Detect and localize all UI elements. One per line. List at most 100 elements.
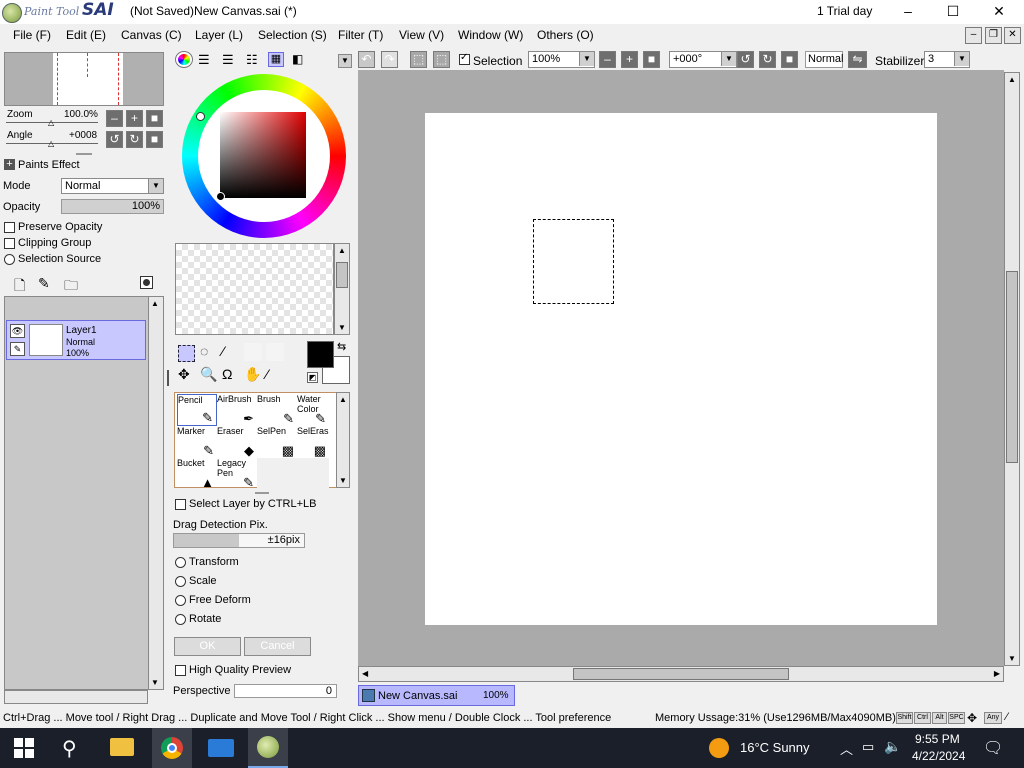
mail-icon[interactable] <box>208 739 234 757</box>
transform-radio[interactable] <box>175 557 186 568</box>
menu-edit[interactable]: Edit (E) <box>66 28 106 42</box>
opacity-slider[interactable]: 100% <box>61 199 164 214</box>
menu-canvas[interactable]: Canvas (C) <box>121 28 182 42</box>
eyedropper-icon[interactable]: ⁄ <box>266 366 268 382</box>
color-wheel[interactable] <box>174 70 350 238</box>
rotate-left-icon[interactable]: ↺ <box>737 51 754 68</box>
zoom-reset-icon[interactable]: ■ <box>643 51 660 68</box>
select-layer-checkbox[interactable] <box>175 499 186 510</box>
rotate-left-icon[interactable]: ↺ <box>106 131 123 148</box>
rotate-view-icon[interactable]: Ω <box>222 366 232 382</box>
selection-visible-checkbox[interactable]: ✓ <box>459 52 470 65</box>
selection-marquee[interactable] <box>533 219 614 304</box>
weather-sun-icon[interactable] <box>709 738 729 758</box>
chevron-up-icon[interactable]: ︿ <box>840 739 853 758</box>
file-explorer-icon[interactable] <box>110 738 134 756</box>
move-icon[interactable]: ✥ <box>178 366 190 383</box>
saturation-value-square[interactable] <box>220 112 306 198</box>
expand-plus-icon[interactable]: + <box>4 159 15 170</box>
windows-start-icon[interactable] <box>14 738 34 758</box>
tool-watercolor[interactable]: Water Color ✎ <box>297 394 329 426</box>
zoom-reset-icon[interactable]: ■ <box>146 110 163 127</box>
clock-time[interactable]: 9:55 PM <box>915 732 960 746</box>
hand-icon[interactable]: ✋ <box>244 366 261 383</box>
weather-text[interactable]: 16°C Sunny <box>740 740 810 755</box>
view-mode-select[interactable]: Normal <box>805 51 843 68</box>
canvas-vscrollbar[interactable]: ▲ ▼ <box>1004 72 1020 666</box>
angle-slider-thumb-icon[interactable]: △ <box>48 139 54 148</box>
mdi-close-icon[interactable]: ✕ <box>1004 27 1021 44</box>
scratchpad-scrollbar[interactable]: ▲ ▼ <box>334 243 350 335</box>
rotate-right-icon[interactable]: ↻ <box>126 131 143 148</box>
tool-seleras[interactable]: SelEras ▩ <box>297 426 329 458</box>
hsv-slider-icon[interactable]: ☰ <box>222 52 234 68</box>
menu-view[interactable]: View (V) <box>399 28 444 42</box>
tool-pencil[interactable]: Pencil ✎ <box>177 394 217 426</box>
tool-marker[interactable]: Marker ✎ <box>177 426 217 458</box>
lasso-icon[interactable]: ◌ <box>200 343 208 359</box>
zoom-icon[interactable]: 🔍 <box>200 366 217 383</box>
tool-airbrush[interactable]: AirBrush ✒ <box>217 394 257 426</box>
canvas-hscroll-thumb[interactable] <box>573 668 789 680</box>
undo-icon[interactable]: ↶ <box>358 51 375 68</box>
chrome-taskbar-button[interactable] <box>152 728 192 768</box>
scale-radio[interactable] <box>175 576 186 587</box>
color-mix-icon[interactable]: ◧ <box>292 52 303 66</box>
color-wheel-mode-icon[interactable] <box>175 51 193 68</box>
scratchpad-area[interactable] <box>175 243 334 335</box>
swap-colors-icon[interactable]: ⇆ <box>337 340 346 353</box>
canvas-paper[interactable] <box>425 113 937 625</box>
rgb-slider-icon[interactable]: ☰ <box>198 52 210 68</box>
panel-splitter-handle[interactable] <box>167 370 169 386</box>
tool-brush[interactable]: Brush ✎ <box>257 394 297 426</box>
canvas-angle-select[interactable]: +000° ▼ <box>669 51 737 68</box>
ok-button[interactable]: OK <box>174 637 241 656</box>
paints-effect-label[interactable]: Paints Effect <box>18 159 80 171</box>
network-icon[interactable]: ▭ <box>862 739 874 755</box>
high-quality-preview-checkbox[interactable] <box>175 665 186 676</box>
volume-icon[interactable]: 🔈 <box>884 738 901 755</box>
rotate-right-icon[interactable]: ↻ <box>759 51 776 68</box>
zoom-slider-thumb-icon[interactable]: △ <box>48 118 54 127</box>
tool-palette-splitter[interactable] <box>255 492 269 494</box>
stabilizer-select[interactable]: 3 ▼ <box>924 51 970 68</box>
primary-color-swatch[interactable] <box>307 341 334 368</box>
close-button[interactable]: ✕ <box>976 0 1022 24</box>
menu-filter[interactable]: Filter (T) <box>338 28 383 42</box>
clipping-group-checkbox[interactable] <box>4 238 15 249</box>
mdi-restore-icon[interactable]: ❐ <box>985 27 1002 44</box>
drag-detection-slider[interactable]: ±16pix <box>173 533 305 548</box>
paint-tool-sai-taskbar-button[interactable] <box>248 728 288 768</box>
zoom-out-icon[interactable]: – <box>599 51 616 68</box>
zoom-in-icon[interactable]: + <box>621 51 638 68</box>
preserve-opacity-checkbox[interactable] <box>4 222 15 233</box>
navigator-preview[interactable] <box>4 52 164 106</box>
flip-horizontal-icon[interactable]: ⇋ <box>848 51 867 68</box>
tool-bucket[interactable]: Bucket ▲ <box>177 458 217 490</box>
deselect-icon[interactable]: ⬚ <box>410 51 427 68</box>
panel-dropdown-chevron-icon[interactable]: ▼ <box>338 54 352 68</box>
free-deform-radio[interactable] <box>175 595 186 606</box>
clock-date[interactable]: 4/22/2024 <box>912 749 965 763</box>
hue-ring-cursor[interactable] <box>196 112 205 121</box>
mdi-minimize-icon[interactable]: – <box>965 27 982 44</box>
minimize-button[interactable]: – <box>885 0 931 24</box>
panel-splitter[interactable] <box>76 153 92 155</box>
layer-mask-icon[interactable] <box>140 276 153 289</box>
eye-visibility-icon[interactable]: 👁 <box>10 324 25 338</box>
canvas-hscrollbar[interactable]: ◀ ▶ <box>358 666 1004 682</box>
menu-others[interactable]: Others (O) <box>537 28 594 42</box>
layer-list-hscrollbar[interactable] <box>4 690 148 704</box>
perspective-slider[interactable]: 0 <box>234 684 337 698</box>
swatches-icon[interactable]: ☷ <box>246 52 258 68</box>
cancel-button[interactable]: Cancel <box>244 637 311 656</box>
canvas-vscroll-thumb[interactable] <box>1006 271 1018 463</box>
menu-layer[interactable]: Layer (L) <box>195 28 243 42</box>
zoom-in-icon[interactable]: + <box>126 110 143 127</box>
rotate-radio[interactable] <box>175 614 186 625</box>
scratchpad-icon[interactable]: ▦ <box>268 52 284 67</box>
menu-file[interactable]: File (F) <box>13 28 51 42</box>
zoom-out-icon[interactable]: – <box>106 110 123 127</box>
new-linework-layer-icon[interactable]: ✎ <box>38 275 50 292</box>
search-icon[interactable]: ⚲ <box>62 736 77 761</box>
